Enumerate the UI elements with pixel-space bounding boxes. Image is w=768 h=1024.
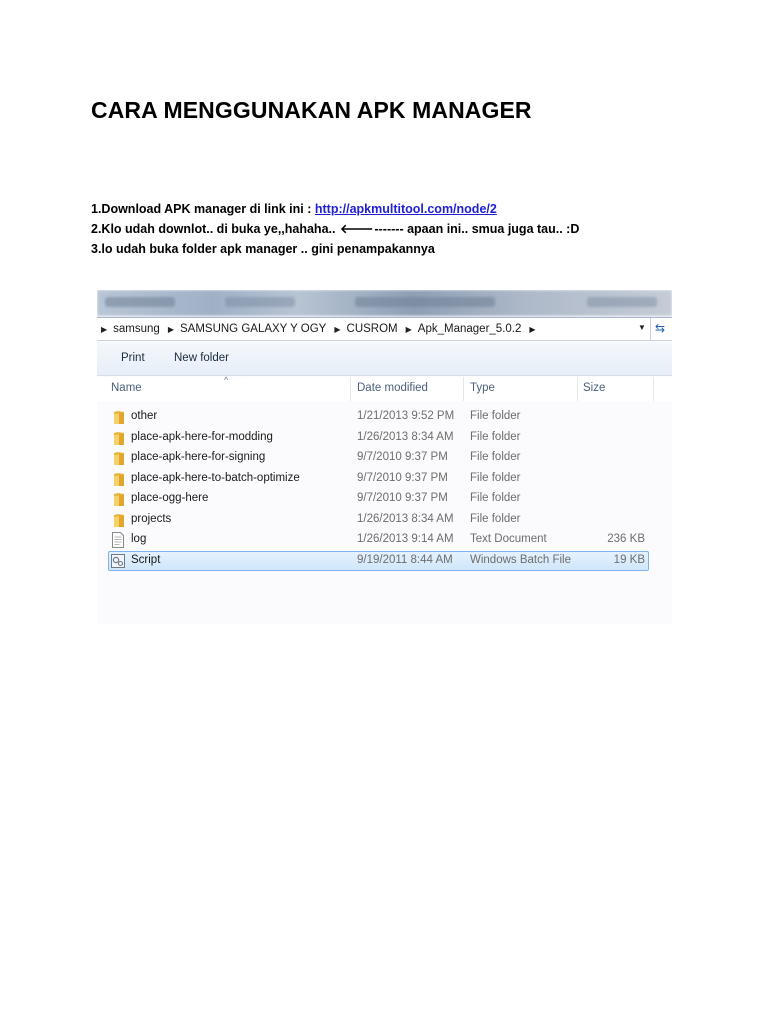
address-dropdown-icon[interactable]: ▼ (638, 323, 646, 332)
blurred-taskbar (97, 290, 672, 316)
breadcrumb-item[interactable]: ▶ samsung (101, 323, 160, 335)
file-row[interactable]: place-apk-here-for-signing 9/7/2010 9:37 … (97, 448, 672, 468)
file-type: File folder (470, 492, 521, 504)
breadcrumb-chevron-icon[interactable]: ▶ (334, 325, 340, 334)
breadcrumb-chevron-icon[interactable]: ▶ (168, 325, 174, 334)
breadcrumb-chevron-icon[interactable]: ▶ (529, 325, 535, 334)
file-row[interactable]: place-apk-here-for-modding 1/26/2013 8:34… (97, 428, 672, 448)
folder-icon (113, 513, 125, 528)
folder-icon (113, 410, 125, 425)
breadcrumb-item[interactable]: ▶ Apk_Manager_5.0.2 (406, 323, 522, 335)
file-name: place-apk-here-to-batch-optimize (131, 471, 300, 484)
file-row[interactable]: place-ogg-here 9/7/2010 9:37 PM File folde… (97, 489, 672, 509)
file-date: 9/7/2010 9:37 PM (357, 492, 448, 504)
new-folder-button[interactable]: New folder (174, 352, 229, 364)
file-name: projects (131, 512, 172, 525)
breadcrumb-item[interactable]: ▶ SAMSUNG GALAXY Y OGY (168, 323, 327, 335)
file-date: 1/26/2013 8:34 AM (357, 512, 454, 525)
file-date: 9/7/2010 9:37 PM (357, 471, 448, 484)
column-date-modified[interactable]: Date modified (357, 382, 428, 394)
step-3: 3.lo udah buka folder apk manager .. gin… (91, 242, 435, 256)
file-date: 1/21/2013 9:52 PM (357, 410, 455, 422)
refresh-icon[interactable]: ⇆ (655, 321, 665, 335)
file-name: other (131, 410, 158, 422)
folder-icon (113, 472, 125, 487)
column-size[interactable]: Size (583, 382, 605, 394)
explorer-screenshot: ▶ samsung ▶ SAMSUNG GALAXY Y OGY ▶ CUSROM ▶ Apk… (97, 290, 672, 624)
file-name: Script (131, 553, 161, 566)
file-date: 1/26/2013 8:34 AM (357, 430, 454, 443)
file-name: place-apk-here-for-modding (131, 430, 273, 443)
file-date: 1/26/2013 9:14 AM (357, 533, 454, 545)
breadcrumb-chevron-icon[interactable]: ▶ (406, 325, 412, 334)
file-type: File folder (470, 410, 521, 422)
file-row[interactable]: other 1/21/2013 9:52 PM File folder (97, 407, 672, 427)
file-row[interactable]: Script 9/19/2011 8:44 AM Windows Batch Fil… (97, 550, 672, 571)
file-size: 19 KB (613, 553, 645, 566)
file-size: 236 KB (607, 533, 645, 545)
step-1-text: 1.Download APK manager di link ini : (91, 202, 315, 216)
steps-list: 1.Download APK manager di link ini : htt… (91, 199, 579, 259)
batch-file-icon (111, 553, 125, 569)
folder-icon (113, 492, 125, 507)
column-headers: ^ Name Date modified Type Size (97, 375, 672, 401)
file-row[interactable]: place-apk-here-to-batch-optimize 9/7/2010… (97, 469, 672, 489)
breadcrumb-chevron-icon[interactable]: ▶ (101, 325, 107, 334)
column-type[interactable]: Type (470, 382, 495, 394)
step-2-text: 2.Klo udah downlot.. di buka ye,,hahaha.… (91, 222, 339, 236)
file-name: place-ogg-here (131, 492, 209, 504)
file-type: Windows Batch File (470, 553, 571, 566)
sort-ascending-icon: ^ (224, 375, 229, 385)
file-name: place-apk-here-for-signing (131, 451, 266, 463)
file-name: log (131, 533, 147, 545)
step-2-suffix: ------- apaan ini.. smua juga tau.. :D (374, 222, 580, 236)
folder-icon (113, 431, 125, 446)
file-type: Text Document (470, 533, 547, 545)
folder-icon (113, 451, 125, 466)
file-type: File folder (470, 430, 521, 443)
toolbar: Print New folder (97, 342, 672, 376)
column-name[interactable]: Name (111, 382, 142, 394)
file-date: 9/7/2010 9:37 PM (357, 451, 448, 463)
step-1: 1.Download APK manager di link ini : htt… (91, 199, 579, 219)
text-document-icon (111, 532, 125, 548)
file-date: 9/19/2011 8:44 AM (357, 553, 453, 566)
file-row[interactable]: projects 1/26/2013 8:34 AM File folder (97, 510, 672, 530)
file-type: File folder (470, 451, 521, 463)
print-button[interactable]: Print (121, 352, 145, 364)
breadcrumb-item[interactable]: ▶ CUSROM (334, 323, 397, 335)
address-bar[interactable]: ▶ samsung ▶ SAMSUNG GALAXY Y OGY ▶ CUSROM ▶ Apk… (97, 317, 672, 341)
step-2: 2.Klo udah downlot.. di buka ye,,hahaha.… (91, 219, 579, 239)
file-type: File folder (470, 471, 521, 484)
document-title: CARA MENGGUNAKAN APK MANAGER (91, 97, 532, 123)
file-type: File folder (470, 512, 521, 525)
file-row[interactable]: log 1/26/2013 9:14 AM Text Document 236 KB (97, 530, 672, 550)
left-arrow-icon: 🡐 (339, 222, 374, 236)
apk-multitool-link[interactable]: http://apkmultitool.com/node/2 (315, 202, 497, 216)
